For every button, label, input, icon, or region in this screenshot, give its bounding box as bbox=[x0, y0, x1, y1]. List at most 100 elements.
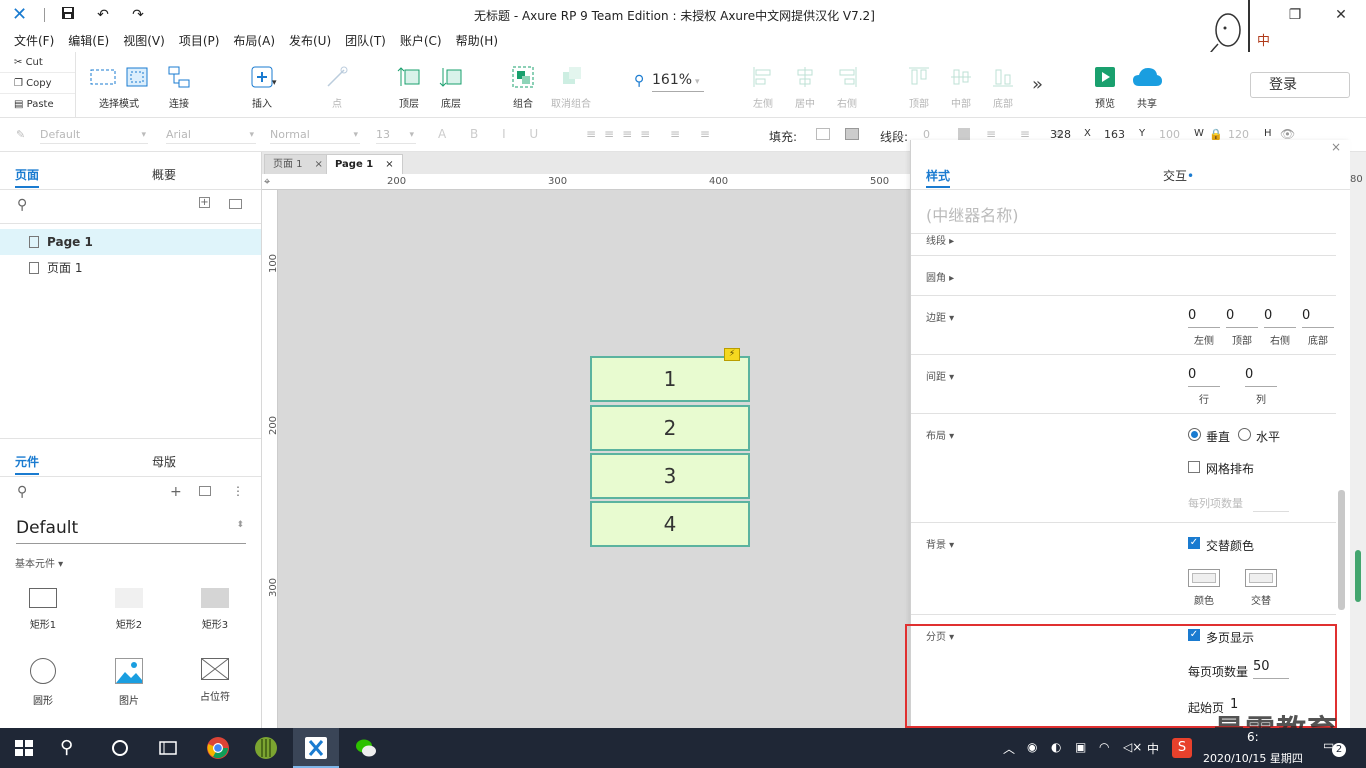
library-select[interactable]: Default ⬍ bbox=[16, 518, 246, 544]
vertical-radio[interactable] bbox=[1188, 428, 1201, 441]
bottom-layer-button[interactable]: 底层 bbox=[438, 64, 464, 110]
page-item[interactable]: Page 1 bbox=[0, 229, 261, 255]
menu-team[interactable]: 团队(T) bbox=[338, 30, 393, 52]
close-icon[interactable]: × bbox=[1331, 140, 1341, 154]
menu-view[interactable]: 视图(V) bbox=[116, 30, 172, 52]
add-folder-icon[interactable] bbox=[229, 199, 242, 209]
close-icon[interactable]: × bbox=[385, 159, 393, 170]
padding-left-input[interactable]: 0 bbox=[1188, 308, 1220, 328]
add-page-icon[interactable]: + bbox=[199, 197, 210, 208]
wifi-icon[interactable]: ◠ bbox=[1099, 740, 1109, 754]
point-button[interactable]: 点 bbox=[324, 64, 350, 110]
menu-file[interactable]: 文件(F) bbox=[0, 30, 61, 52]
repeater-name-input[interactable]: (中继器名称) bbox=[926, 202, 1019, 226]
align-middle-button[interactable]: 中部 bbox=[948, 64, 974, 110]
repeater-item[interactable]: 1 bbox=[590, 356, 750, 402]
network-status-icon[interactable]: ▣ bbox=[1075, 740, 1086, 754]
redo-icon[interactable]: ↷ bbox=[128, 6, 148, 24]
align-right-button[interactable]: 右侧 bbox=[834, 64, 860, 110]
background-section-label[interactable]: 背景 ▾ bbox=[926, 536, 954, 551]
wechat-tray-icon[interactable]: ◉ bbox=[1027, 740, 1037, 754]
style-select[interactable]: Default bbox=[40, 126, 148, 144]
interaction-bolt-icon[interactable]: ⚡ bbox=[724, 348, 740, 361]
repeater-item[interactable]: 2 bbox=[590, 405, 750, 451]
connect-button[interactable]: 连接 bbox=[164, 64, 194, 110]
horizontal-radio[interactable] bbox=[1238, 428, 1251, 441]
widget-placeholder[interactable]: 占位符 bbox=[185, 658, 245, 703]
ime-indicator[interactable]: 中 bbox=[1147, 740, 1159, 757]
layout-section-label[interactable]: 布局 ▾ bbox=[926, 427, 954, 442]
bamboo-app-icon[interactable] bbox=[254, 736, 278, 760]
zoom-select[interactable]: 161% ▾ bbox=[652, 72, 704, 92]
widget-rectangle1[interactable]: 矩形1 bbox=[13, 588, 73, 631]
widget-rectangle2[interactable]: 矩形2 bbox=[99, 588, 159, 631]
tab-outline[interactable]: 概要 bbox=[152, 166, 176, 183]
padding-bottom-input[interactable]: 0 bbox=[1302, 308, 1334, 328]
notification-center-icon[interactable]: ▭ 2 bbox=[1323, 738, 1349, 760]
fill-shadow-swatch[interactable] bbox=[845, 128, 859, 140]
tab-pages[interactable]: 页面 bbox=[15, 166, 39, 183]
menu-publish[interactable]: 发布(U) bbox=[282, 30, 338, 52]
align-text-icons[interactable]: ≡≡≡≡ ≡ ≡ bbox=[586, 127, 718, 141]
windows-start-icon[interactable] bbox=[12, 736, 36, 760]
more-vertical-icon[interactable]: ⋮ bbox=[232, 484, 244, 498]
menu-account[interactable]: 账户(C) bbox=[393, 30, 449, 52]
crosshair-icon[interactable]: ⌖ bbox=[264, 175, 270, 189]
menu-project[interactable]: 项目(P) bbox=[172, 30, 227, 52]
widget-image[interactable]: 图片 bbox=[99, 658, 159, 707]
taskbar-active-app[interactable] bbox=[293, 728, 339, 768]
tab-page-1[interactable]: Page 1 × bbox=[326, 154, 403, 174]
select-mode-button[interactable]: 选择模式 bbox=[86, 64, 152, 110]
cut-button[interactable]: ✂ Cut bbox=[0, 52, 75, 73]
align-top-button[interactable]: 顶部 bbox=[906, 64, 932, 110]
widget-category[interactable]: 基本元件 ▾ bbox=[15, 555, 63, 570]
align-left-button[interactable]: 左侧 bbox=[750, 64, 776, 110]
add-library-icon[interactable]: + bbox=[170, 484, 182, 500]
fill-color-swatch[interactable] bbox=[816, 128, 830, 140]
scrollbar-thumb[interactable] bbox=[1355, 550, 1361, 602]
align-center-button[interactable]: 居中 bbox=[792, 64, 818, 110]
corner-section-label[interactable]: 圆角 ▸ bbox=[926, 269, 954, 284]
stroke-color-swatch[interactable] bbox=[958, 128, 970, 140]
paste-button[interactable]: ▤ Paste bbox=[0, 94, 75, 115]
tab-page-1-cn[interactable]: 页面 1 × bbox=[264, 154, 332, 174]
restore-icon[interactable]: ❐ bbox=[1280, 4, 1310, 26]
visibility-eye-icon[interactable]: 👁 bbox=[1280, 127, 1295, 141]
widget-circle[interactable]: 圆形 bbox=[13, 658, 73, 707]
items-per-column-input[interactable] bbox=[1253, 494, 1289, 512]
tab-style[interactable]: 样式 bbox=[926, 167, 950, 184]
preview-button[interactable]: 预览 bbox=[1092, 64, 1118, 110]
padding-section-label[interactable]: 边距 ▾ bbox=[926, 309, 954, 324]
page-item[interactable]: 页面 1 bbox=[0, 255, 261, 281]
chevron-down-icon[interactable]: ▾ bbox=[272, 78, 277, 88]
undo-icon[interactable]: ↶ bbox=[93, 6, 113, 24]
text-format-icons[interactable]: A B I U bbox=[438, 127, 548, 141]
clock-date[interactable]: 2020/10/15 星期四 bbox=[1203, 750, 1303, 766]
save-icon[interactable] bbox=[58, 6, 78, 24]
more-tools-button[interactable]: » bbox=[1032, 74, 1043, 95]
chrome-icon[interactable] bbox=[206, 736, 230, 760]
alternate-swatch[interactable] bbox=[1245, 569, 1277, 587]
volume-icon[interactable]: ◁× bbox=[1123, 740, 1142, 754]
qq-tray-icon[interactable]: ◐ bbox=[1051, 740, 1061, 754]
weight-select[interactable]: Normal bbox=[270, 126, 360, 144]
outer-scrollbar-track[interactable]: 80 bbox=[1350, 152, 1366, 728]
copy-button[interactable]: ❐ Copy bbox=[0, 73, 75, 94]
login-button[interactable]: 登录 bbox=[1250, 72, 1350, 98]
row-spacing-input[interactable]: 0 bbox=[1188, 367, 1220, 387]
top-layer-button[interactable]: 顶层 bbox=[396, 64, 422, 110]
menu-layout[interactable]: 布局(A) bbox=[226, 30, 282, 52]
tray-expand-icon[interactable]: ︿ bbox=[1003, 740, 1015, 757]
sogou-input-icon[interactable]: S bbox=[1172, 738, 1192, 758]
padding-right-input[interactable]: 0 bbox=[1264, 308, 1296, 328]
cortana-icon[interactable] bbox=[108, 736, 132, 760]
repeater-item[interactable]: 3 bbox=[590, 453, 750, 499]
tab-widgets[interactable]: 元件 bbox=[15, 453, 39, 470]
color-swatch[interactable] bbox=[1188, 569, 1220, 587]
tab-masters[interactable]: 母版 bbox=[152, 453, 176, 470]
alternate-color-checkbox[interactable]: ✓ bbox=[1188, 537, 1200, 549]
scrollbar-thumb[interactable] bbox=[1338, 490, 1345, 610]
padding-top-input[interactable]: 0 bbox=[1226, 308, 1258, 328]
share-button[interactable]: 共享 bbox=[1130, 64, 1164, 110]
search-icon[interactable]: ⚲ bbox=[17, 484, 27, 500]
